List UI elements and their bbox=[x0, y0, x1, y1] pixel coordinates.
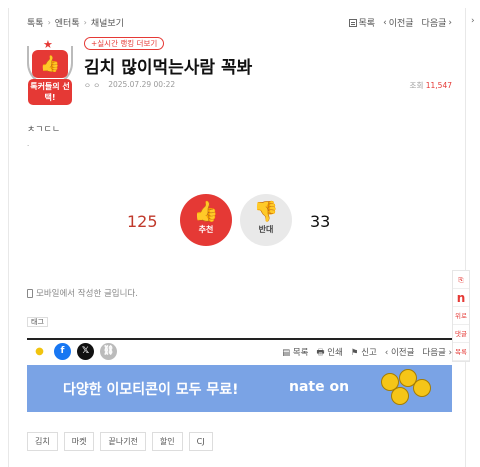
view-count: 조회 11,547 bbox=[410, 80, 452, 91]
mobile-note-text: 모바일에서 작성한 글입니다. bbox=[36, 289, 138, 299]
tag-item[interactable]: CJ bbox=[188, 432, 213, 451]
floating-rail: ⎘ n 위로 댓글 목록 bbox=[452, 270, 470, 362]
tag-item[interactable]: 할인 bbox=[151, 432, 183, 451]
next-label: 다음글 bbox=[422, 348, 446, 358]
thumbs-up-icon: 👍 bbox=[193, 199, 219, 223]
x-share-icon[interactable]: 𝕏 bbox=[77, 343, 94, 360]
breadcrumb-item[interactable]: 톡톡 bbox=[27, 16, 44, 29]
share-icons: ● f 𝕏 ⛓ bbox=[31, 343, 117, 360]
prev-label: 이전글 bbox=[390, 348, 415, 358]
tag-item[interactable]: 마켓 bbox=[63, 432, 95, 451]
chevron-right-icon: › bbox=[47, 18, 51, 27]
list-label: 목록 bbox=[358, 19, 376, 29]
tag-list: 김치 마켓 끝나기전 할인 CJ bbox=[27, 432, 213, 451]
live-ranking-button[interactable]: +실시간 랭킹 더보기 bbox=[84, 37, 165, 50]
prev-post-button-bottom[interactable]: ‹ 이전글 bbox=[385, 346, 415, 361]
post-body-extra: . bbox=[27, 140, 30, 148]
report-button[interactable]: ⚑ 신고 bbox=[351, 346, 377, 361]
top-nav: 목록 ‹ 이전글 다음글 › bbox=[348, 16, 452, 30]
downvote-count: 33 bbox=[310, 212, 331, 231]
rail-comments-button[interactable]: 댓글 bbox=[453, 325, 469, 343]
views-value: 11,547 bbox=[425, 81, 452, 90]
tag-item[interactable]: 김치 bbox=[27, 432, 58, 451]
tag-label: 태그 bbox=[27, 317, 48, 327]
badge-text: 톡커들의 선택! bbox=[28, 79, 72, 105]
kakao-share-icon[interactable]: ● bbox=[31, 343, 48, 360]
list-button[interactable]: 목록 bbox=[348, 16, 376, 29]
post-body: ㅊㄱㄷㄴ bbox=[27, 125, 61, 135]
upvote-button[interactable]: 👍 추천 bbox=[180, 194, 232, 246]
next-label: 다음글 bbox=[421, 19, 447, 29]
side-arrow-icon[interactable]: › bbox=[471, 16, 475, 26]
nate-logo-icon[interactable]: n bbox=[453, 289, 469, 307]
mobile-note: 모바일에서 작성한 글입니다. bbox=[27, 287, 138, 299]
breadcrumb-item[interactable]: 엔터톡 bbox=[55, 16, 80, 29]
vote-area: 125 👍 추천 👎 반대 33 bbox=[0, 192, 480, 248]
breadcrumb-item[interactable]: 채널보기 bbox=[91, 16, 124, 29]
rail-list-button[interactable]: 목록 bbox=[453, 343, 469, 361]
thumbs-down-icon: 👎 bbox=[253, 199, 279, 223]
top-bar: 톡톡 › 엔터톡 › 채널보기 목록 ‹ 이전글 다음글 › bbox=[27, 16, 452, 30]
tag-item[interactable]: 끝나기전 bbox=[100, 432, 146, 451]
downvote-label: 반대 bbox=[258, 225, 274, 234]
emoticon-characters-icon bbox=[375, 369, 431, 409]
character-face bbox=[413, 379, 431, 397]
list-label: 목록 bbox=[292, 348, 309, 358]
banner-text: 다양한 이모티콘이 모두 무료! bbox=[63, 382, 239, 398]
print-button[interactable]: 🖶 인쇄 bbox=[317, 346, 343, 361]
share-bar: ● f 𝕏 ⛓ ▤ 목록 🖶 인쇄 ⚑ 신고 ‹ 이전글 다음글 › bbox=[27, 338, 452, 362]
link-copy-icon[interactable]: ⛓ bbox=[100, 343, 117, 360]
bookmark-icon[interactable]: ⎘ bbox=[453, 271, 469, 289]
views-label: 조회 bbox=[409, 81, 424, 90]
print-label: 인쇄 bbox=[327, 348, 343, 358]
emoticon-ad-banner[interactable]: 다양한 이모티콘이 모두 무료! nate on bbox=[27, 365, 452, 412]
post-date: 2025.07.29 00:22 bbox=[108, 80, 176, 89]
author-name[interactable]: ㅇ ㅇ bbox=[84, 80, 100, 91]
banner-brand: nate on bbox=[289, 379, 350, 395]
breadcrumb: 톡톡 › 엔터톡 › 채널보기 bbox=[27, 16, 124, 29]
next-post-button[interactable]: 다음글 › bbox=[421, 16, 452, 30]
thumbs-up-icon: 👍 bbox=[32, 50, 68, 78]
upvote-label: 추천 bbox=[198, 225, 214, 234]
prev-post-button[interactable]: ‹ 이전글 bbox=[383, 16, 414, 30]
downvote-button[interactable]: 👎 반대 bbox=[240, 194, 292, 246]
list-button-bottom[interactable]: ▤ 목록 bbox=[282, 346, 308, 361]
upvote-count: 125 bbox=[127, 212, 158, 231]
list-icon bbox=[348, 18, 357, 27]
post-meta: ㅇ ㅇ 2025.07.29 00:22 bbox=[84, 80, 175, 91]
rail-top-button[interactable]: 위로 bbox=[453, 307, 469, 325]
prev-label: 이전글 bbox=[388, 19, 414, 29]
talker-choice-badge: ★ 👍 톡커들의 선택! bbox=[26, 38, 74, 106]
report-label: 신고 bbox=[361, 348, 377, 358]
chevron-left-icon: ‹ bbox=[383, 17, 387, 28]
post-title: 김치 많이먹는사람 꼭봐 bbox=[84, 58, 253, 78]
phone-icon bbox=[27, 288, 33, 298]
facebook-share-icon[interactable]: f bbox=[54, 343, 71, 360]
share-actions: ▤ 목록 🖶 인쇄 ⚑ 신고 ‹ 이전글 다음글 › bbox=[282, 346, 452, 361]
chevron-right-icon: › bbox=[83, 18, 87, 27]
next-post-button-bottom[interactable]: 다음글 › bbox=[422, 346, 452, 361]
chevron-right-icon: › bbox=[448, 17, 452, 28]
character-face bbox=[391, 387, 409, 405]
